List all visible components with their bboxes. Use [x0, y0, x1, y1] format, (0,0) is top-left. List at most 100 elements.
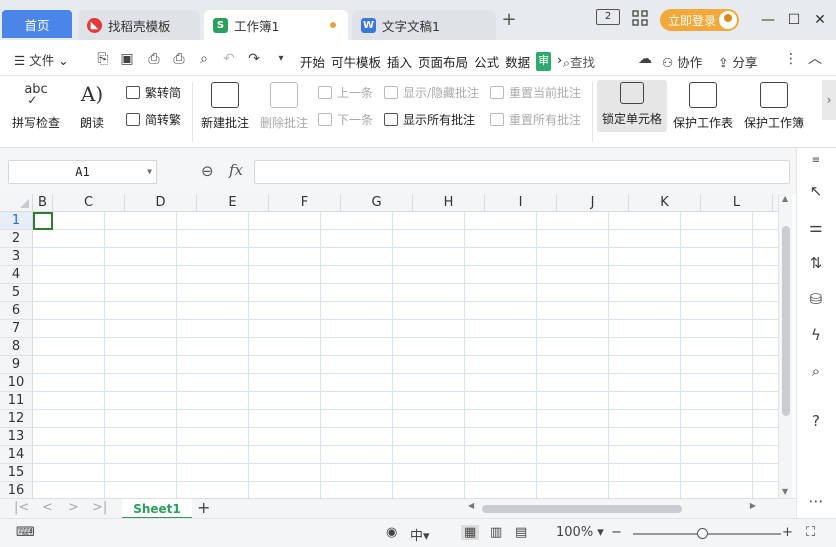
- horizontal-scrollbar[interactable]: ◀ ▶: [460, 501, 760, 515]
- row-header[interactable]: 9: [0, 356, 33, 374]
- review-icon[interactable]: ⌕: [807, 362, 825, 380]
- row-header[interactable]: 6: [0, 302, 33, 320]
- zoom-level[interactable]: 100% ▾: [556, 525, 604, 540]
- reset-current-comment-button[interactable]: 重置当前批注: [490, 84, 581, 101]
- maximize-icon[interactable]: ☐: [784, 10, 804, 30]
- save-icon[interactable]: ▣: [118, 50, 136, 68]
- name-box[interactable]: A1 ▼: [8, 160, 157, 184]
- magnifier-icon[interactable]: ⊖: [201, 162, 214, 180]
- row-header[interactable]: 4: [0, 266, 33, 284]
- menu-tab-start[interactable]: 开始: [300, 52, 325, 71]
- redo-icon[interactable]: ↷: [245, 50, 263, 68]
- active-cell[interactable]: [33, 212, 53, 230]
- quick-access-more-icon[interactable]: ▾: [272, 50, 290, 68]
- select-all-corner[interactable]: [0, 194, 33, 212]
- column-header[interactable]: B: [33, 194, 53, 212]
- close-icon[interactable]: ✕: [810, 10, 830, 30]
- read-aloud-button[interactable]: A) 朗读: [80, 82, 104, 131]
- protect-book-button[interactable]: 保护工作簿: [744, 82, 804, 131]
- row-header[interactable]: 16: [0, 482, 33, 498]
- first-sheet-icon[interactable]: |<: [14, 500, 29, 515]
- trad-to-simp-button[interactable]: 繁转简: [126, 84, 181, 101]
- spell-check-button[interactable]: abc ✓ 拼写检查: [12, 82, 60, 131]
- tab-workbook[interactable]: S 工作簿1: [204, 10, 348, 40]
- tab-home[interactable]: 首页: [2, 10, 72, 38]
- menu-tab-data[interactable]: 数据: [505, 52, 530, 71]
- collapse-ribbon-icon[interactable]: ︿: [806, 50, 824, 68]
- tab-document[interactable]: W 文字文稿1: [352, 10, 496, 40]
- row-header[interactable]: 3: [0, 248, 33, 266]
- zoom-in-button[interactable]: +: [782, 525, 793, 540]
- menu-tabs-scroll-icon[interactable]: ›: [557, 52, 562, 71]
- new-tab-button[interactable]: +: [500, 11, 518, 30]
- horizontal-scroll-thumb[interactable]: [482, 505, 682, 513]
- next-comment-button[interactable]: 下一条: [318, 111, 373, 128]
- menu-tab-formula[interactable]: 公式: [474, 52, 499, 71]
- new-comment-button[interactable]: 新建批注: [201, 82, 249, 131]
- vertical-scrollbar[interactable]: ▲ ▼: [778, 194, 792, 498]
- scroll-right-icon[interactable]: ▶: [750, 501, 756, 510]
- page-layout-view-icon[interactable]: ▥: [490, 525, 502, 540]
- backup-icon[interactable]: ⛁: [807, 290, 825, 308]
- row-header[interactable]: 12: [0, 410, 33, 428]
- cloud-doc-icon[interactable]: ⎘: [94, 50, 112, 68]
- zoom-out-button[interactable]: −: [611, 525, 622, 540]
- row-header[interactable]: 7: [0, 320, 33, 338]
- menu-tab-insert[interactable]: 插入: [387, 52, 412, 71]
- undo-icon[interactable]: ↶: [220, 50, 238, 68]
- adjust-icon[interactable]: ⚌: [807, 218, 825, 236]
- share-button[interactable]: ⇪ 分享: [718, 52, 757, 71]
- row-header[interactable]: 5: [0, 284, 33, 302]
- formula-input[interactable]: [254, 160, 790, 184]
- column-header[interactable]: K: [629, 194, 701, 212]
- column-header[interactable]: D: [125, 194, 197, 212]
- insert-function-icon[interactable]: fx: [229, 161, 243, 179]
- chevron-down-icon[interactable]: ▼: [147, 161, 152, 183]
- prev-comment-button[interactable]: 上一条: [318, 84, 373, 101]
- page-break-view-icon[interactable]: ▤: [515, 525, 527, 540]
- reset-all-comments-button[interactable]: 重置所有批注: [490, 111, 581, 128]
- row-header[interactable]: 1: [0, 212, 33, 230]
- column-header[interactable]: H: [413, 194, 485, 212]
- column-header[interactable]: G: [341, 194, 413, 212]
- normal-view-icon[interactable]: ▦: [461, 525, 480, 540]
- row-header[interactable]: 11: [0, 392, 33, 410]
- login-button[interactable]: 立即登录: [660, 9, 739, 31]
- simp-to-trad-button[interactable]: 简转繁: [126, 111, 181, 128]
- column-header[interactable]: I: [485, 194, 557, 212]
- row-header[interactable]: 10: [0, 374, 33, 392]
- show-hide-comment-button[interactable]: 显示/隐藏批注: [384, 84, 479, 101]
- zoom-slider-handle[interactable]: [697, 528, 708, 539]
- scroll-up-icon[interactable]: ▲: [782, 194, 788, 203]
- column-header[interactable]: F: [269, 194, 341, 212]
- column-header[interactable]: C: [53, 194, 125, 212]
- more-icon[interactable]: ⋯: [807, 492, 825, 510]
- minimize-icon[interactable]: —: [758, 10, 778, 30]
- print-preview-icon[interactable]: ⌕: [195, 50, 213, 68]
- row-header[interactable]: 13: [0, 428, 33, 446]
- input-method-icon[interactable]: 中▾: [410, 525, 430, 544]
- fullscreen-icon[interactable]: ⛶: [806, 525, 815, 540]
- next-sheet-icon[interactable]: >: [68, 500, 79, 515]
- more-options-icon[interactable]: ⋮: [782, 50, 800, 68]
- menu-tab-layout[interactable]: 页面布局: [418, 52, 468, 71]
- column-header[interactable]: L: [701, 194, 773, 212]
- lightning-icon[interactable]: ϟ: [807, 326, 825, 344]
- print-icon[interactable]: ⎙: [170, 50, 188, 68]
- eye-protection-icon[interactable]: ◉: [386, 525, 397, 540]
- row-header[interactable]: 8: [0, 338, 33, 356]
- select-cursor-icon[interactable]: ↖: [807, 182, 825, 200]
- delete-comment-button[interactable]: 删除批注: [260, 82, 308, 131]
- row-header[interactable]: 15: [0, 464, 33, 482]
- file-menu[interactable]: ☰ 文件 ⌄: [14, 50, 69, 69]
- add-sheet-button[interactable]: +: [197, 498, 210, 517]
- macro-icon[interactable]: ⌨: [16, 525, 35, 540]
- menu-tab-review[interactable]: 审: [536, 52, 552, 71]
- row-header[interactable]: 14: [0, 446, 33, 464]
- sidebar-handle-icon[interactable]: ≡: [807, 152, 825, 166]
- cell-area[interactable]: [33, 212, 778, 498]
- show-all-comments-button[interactable]: 显示所有批注: [384, 111, 475, 128]
- protect-sheet-button[interactable]: 保护工作表: [673, 82, 733, 131]
- ribbon-scroll-right-icon[interactable]: ›: [822, 80, 836, 120]
- vertical-scroll-thumb[interactable]: [782, 226, 790, 416]
